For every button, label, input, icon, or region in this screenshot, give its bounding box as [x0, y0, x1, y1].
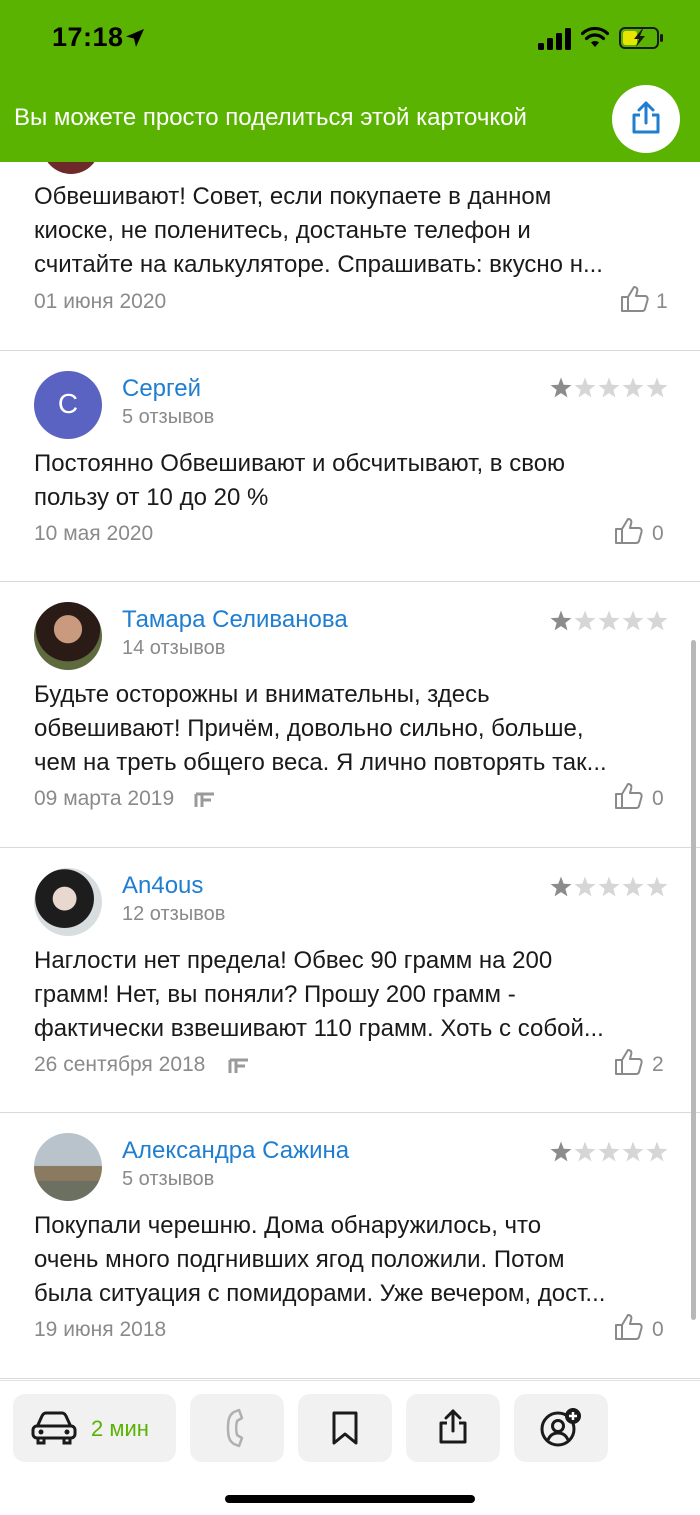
star-filled-icon	[550, 610, 572, 631]
review-count: 5 отзывов	[122, 1168, 215, 1190]
star-empty-icon	[598, 377, 620, 398]
thumbs-up-icon[interactable]	[620, 285, 650, 313]
star-empty-icon	[622, 377, 644, 398]
like-count: 0	[652, 787, 664, 810]
review-count: 12 отзывов	[122, 903, 226, 925]
cellular-signal-icon	[538, 28, 571, 50]
share-button[interactable]	[406, 1394, 500, 1462]
bookmark-button[interactable]	[298, 1394, 392, 1462]
reviewer-name[interactable]: Тамара Селиванова	[122, 606, 348, 634]
star-empty-icon	[574, 610, 596, 631]
home-indicator	[225, 1495, 475, 1503]
review-card: An4ous 12 отзывов Наглости нет предела! …	[0, 848, 700, 1113]
star-empty-icon	[574, 1141, 596, 1162]
star-empty-icon	[622, 1141, 644, 1162]
avatar[interactable]: С	[34, 371, 102, 439]
star-filled-icon	[550, 377, 572, 398]
star-filled-icon	[550, 876, 572, 897]
star-empty-icon	[646, 1141, 668, 1162]
like-count: 1	[656, 290, 668, 313]
add-friend-button[interactable]	[514, 1394, 608, 1462]
add-friend-icon	[540, 1408, 581, 1447]
review-date: 09 марта 2019	[34, 787, 175, 810]
review-text[interactable]: Постоянно Обвешивают и обсчитывают, в св…	[34, 447, 666, 515]
star-empty-icon	[574, 377, 596, 398]
review-date: 19 июня 2018	[34, 1318, 167, 1341]
share-icon	[632, 101, 660, 134]
thumbs-up-icon[interactable]	[614, 1313, 644, 1341]
star-empty-icon	[646, 610, 668, 631]
phone-icon	[226, 1408, 244, 1448]
like-count: 0	[652, 1318, 664, 1341]
scrollbar[interactable]	[691, 640, 696, 1320]
reviewer-name[interactable]: Александра Сажина	[122, 1137, 349, 1165]
status-time: 17:18	[52, 22, 124, 52]
call-button[interactable]	[190, 1394, 284, 1462]
bottom-action-bar: 2 мин	[0, 1380, 700, 1515]
star-empty-icon	[598, 1141, 620, 1162]
review-date: 10 мая 2020	[34, 522, 154, 545]
review-count: 5 отзывов	[122, 406, 215, 428]
reviewer-name[interactable]: An4ous	[122, 872, 203, 900]
source-logo-icon	[228, 1058, 248, 1073]
review-card: Александра Сажина 5 отзывов Покупали чер…	[0, 1113, 700, 1379]
avatar[interactable]	[34, 602, 102, 670]
avatar[interactable]	[34, 868, 102, 936]
avatar-letter: С	[57, 388, 79, 419]
status-bar: 17:18	[0, 0, 700, 80]
like-count: 0	[652, 522, 664, 545]
rating-stars	[550, 377, 668, 398]
car-icon	[31, 1411, 77, 1445]
review-text[interactable]: Обвешивают! Совет, если покупаете в данн…	[34, 180, 666, 282]
reviewer-name[interactable]: Сергей	[122, 375, 201, 403]
review-date: 26 сентября 2018	[34, 1053, 206, 1076]
route-button[interactable]: 2 мин	[13, 1394, 176, 1462]
star-filled-icon	[550, 1141, 572, 1162]
review-date: 01 июня 2020	[34, 290, 167, 313]
rating-stars	[550, 610, 668, 631]
star-empty-icon	[574, 876, 596, 897]
rating-stars	[550, 876, 668, 897]
avatar[interactable]	[34, 1133, 102, 1201]
share-header: 17:18 Вы можете просто поделиться этой к…	[0, 0, 700, 162]
star-empty-icon	[646, 876, 668, 897]
source-logo-icon	[194, 792, 214, 807]
review-card: С Сергей 5 отзывов Постоянно Обвешивают …	[0, 351, 700, 582]
thumbs-up-icon[interactable]	[614, 517, 644, 545]
review-card: Обвешивают! Совет, если покупаете в данн…	[0, 162, 700, 351]
star-empty-icon	[598, 876, 620, 897]
review-text[interactable]: Покупали черешню. Дома обнаружилось, что…	[34, 1209, 666, 1311]
rating-stars	[550, 1141, 668, 1162]
review-card: Тамара Селиванова 14 отзывов Будьте осто…	[0, 582, 700, 848]
thumbs-up-icon[interactable]	[614, 1048, 644, 1076]
route-time-label: 2 мин	[91, 1416, 149, 1441]
review-count: 14 отзывов	[122, 637, 226, 659]
share-card-button[interactable]	[612, 85, 680, 153]
share-icon	[439, 1409, 467, 1444]
star-empty-icon	[622, 876, 644, 897]
bookmark-icon	[332, 1411, 358, 1445]
battery-charging-icon	[619, 27, 663, 49]
star-empty-icon	[622, 610, 644, 631]
share-banner-text: Вы можете просто поделиться этой карточк…	[14, 104, 527, 131]
thumbs-up-icon[interactable]	[614, 782, 644, 810]
star-empty-icon	[646, 377, 668, 398]
location-arrow-icon	[126, 29, 144, 47]
star-empty-icon	[598, 610, 620, 631]
review-text[interactable]: Будьте осторожны и внимательны, здесь об…	[34, 678, 666, 780]
review-text[interactable]: Наглости нет предела! Обвес 90 грамм на …	[34, 944, 666, 1046]
like-count: 2	[652, 1053, 664, 1076]
wifi-icon	[581, 26, 609, 47]
